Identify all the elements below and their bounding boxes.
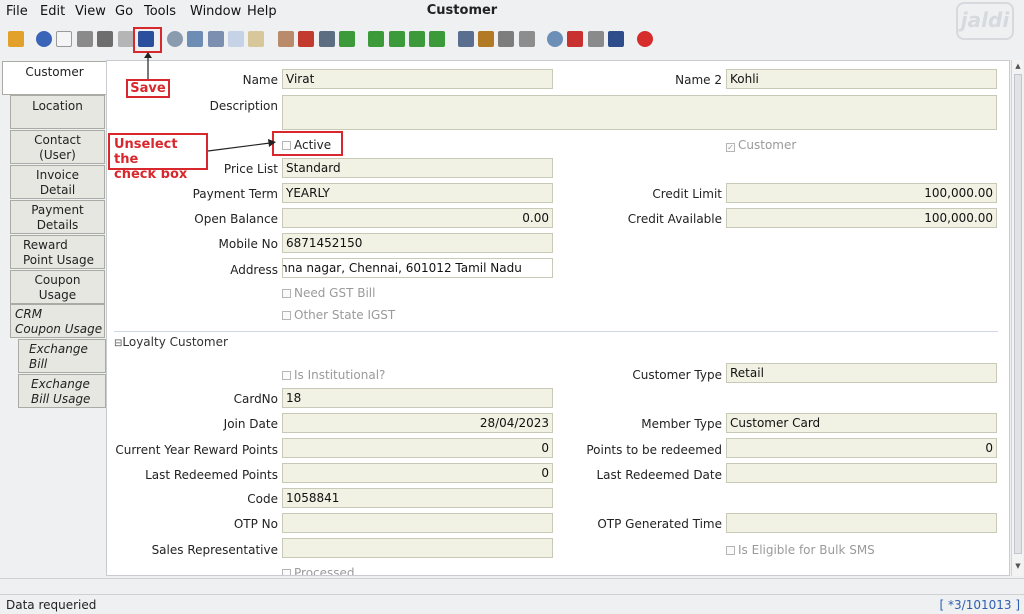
unselect-arrowhead [268, 139, 276, 147]
divider [0, 578, 1024, 579]
unselect-annotation: Unselect the check box [108, 133, 208, 182]
record-info[interactable]: [ *3/101013 ] [940, 598, 1020, 612]
status-message: Data requeried [6, 598, 97, 612]
save-annotation: Save [126, 79, 170, 98]
unselect-arrow [207, 142, 271, 152]
status-bar: Data requeried [ *3/101013 ] [0, 594, 1024, 614]
save-arrowhead [144, 52, 152, 58]
